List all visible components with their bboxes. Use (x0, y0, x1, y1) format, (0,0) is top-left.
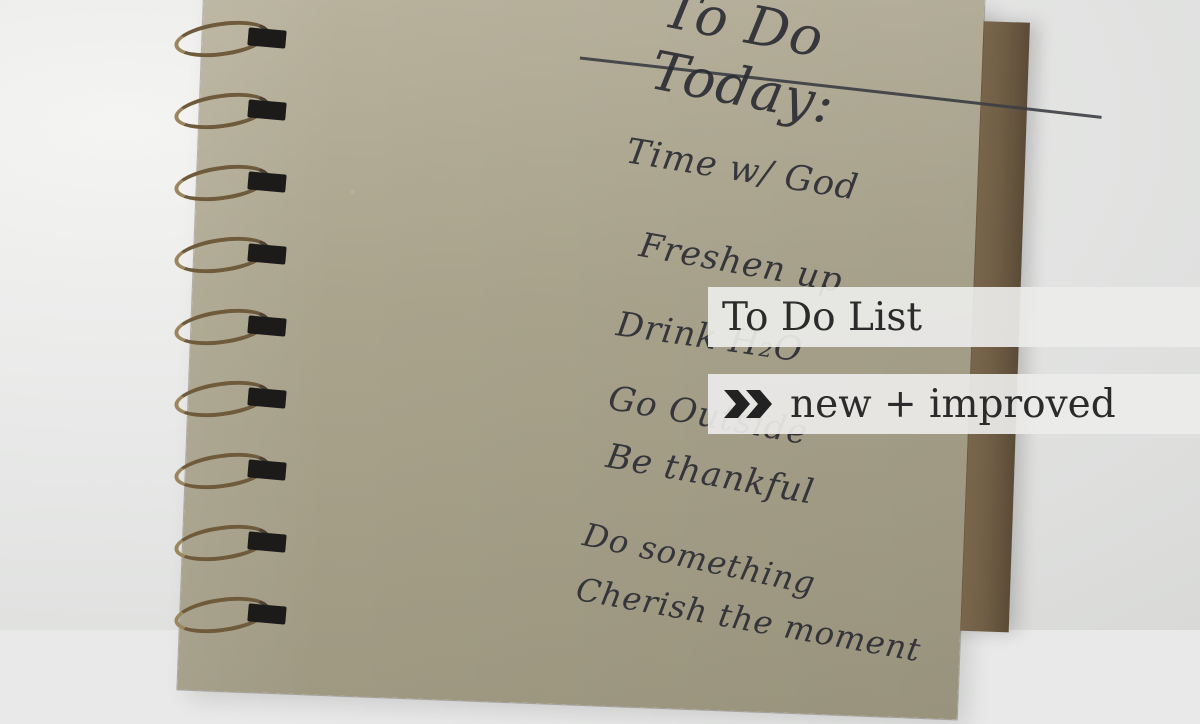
spiral-ring (140, 87, 305, 135)
spiral-ring (140, 375, 305, 423)
spiral-ring (140, 303, 305, 351)
spiral-ring (140, 15, 305, 63)
spiral-ring (140, 447, 305, 495)
banner-title: To Do List (722, 294, 923, 340)
spiral-ring (140, 231, 305, 279)
handwritten-line: Cherish the moment (573, 570, 925, 670)
title-banner: To Do List (708, 287, 1200, 347)
handwritten-line: Do something (579, 515, 820, 603)
banner-subtitle: new + improved (790, 381, 1116, 427)
spiral-binding (140, 15, 310, 639)
handwritten-line: Time w/ God (623, 131, 862, 209)
spiral-ring (140, 159, 305, 207)
subtitle-banner: new + improved (708, 374, 1200, 434)
double-chevron-right-icon (722, 388, 776, 420)
spiral-ring (140, 519, 305, 567)
handwritten-title: To Do Today: (645, 0, 840, 137)
spiral-ring (140, 591, 305, 639)
handwritten-line: Be thankful (603, 436, 818, 513)
